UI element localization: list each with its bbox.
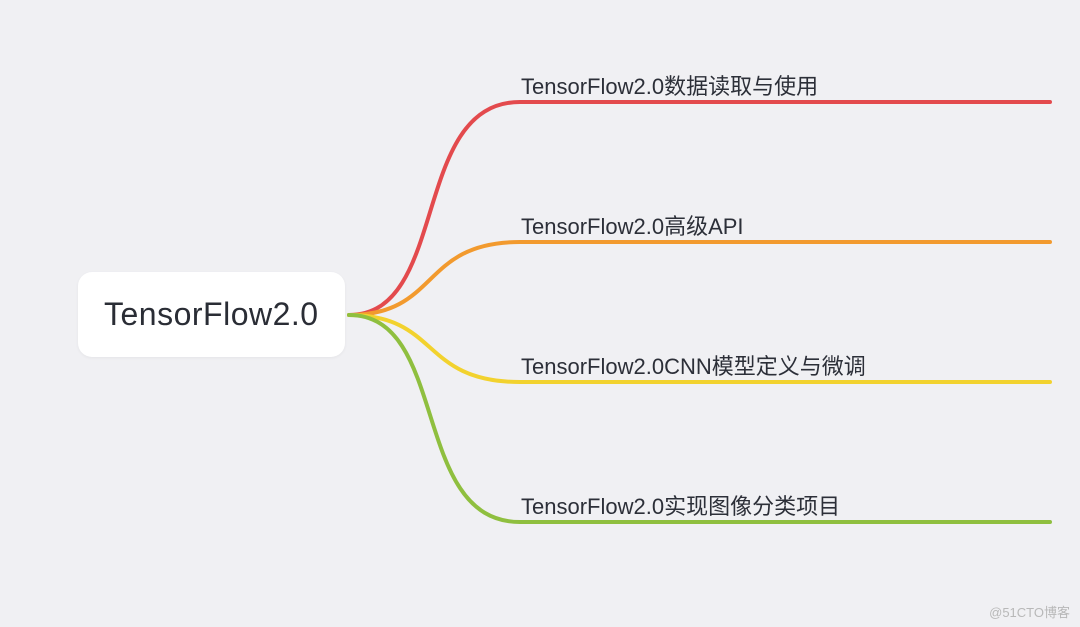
branch-node-3[interactable]: TensorFlow2.0CNN模型定义与微调 — [521, 349, 866, 381]
root-label: TensorFlow2.0 — [104, 296, 319, 333]
watermark: @51CTO博客 — [989, 602, 1070, 621]
branch-node-2[interactable]: TensorFlow2.0高级API — [521, 209, 744, 241]
root-node[interactable]: TensorFlow2.0 — [78, 272, 345, 357]
branch-node-4[interactable]: TensorFlow2.0实现图像分类项目 — [521, 489, 840, 521]
branch-node-1[interactable]: TensorFlow2.0数据读取与使用 — [521, 69, 818, 101]
